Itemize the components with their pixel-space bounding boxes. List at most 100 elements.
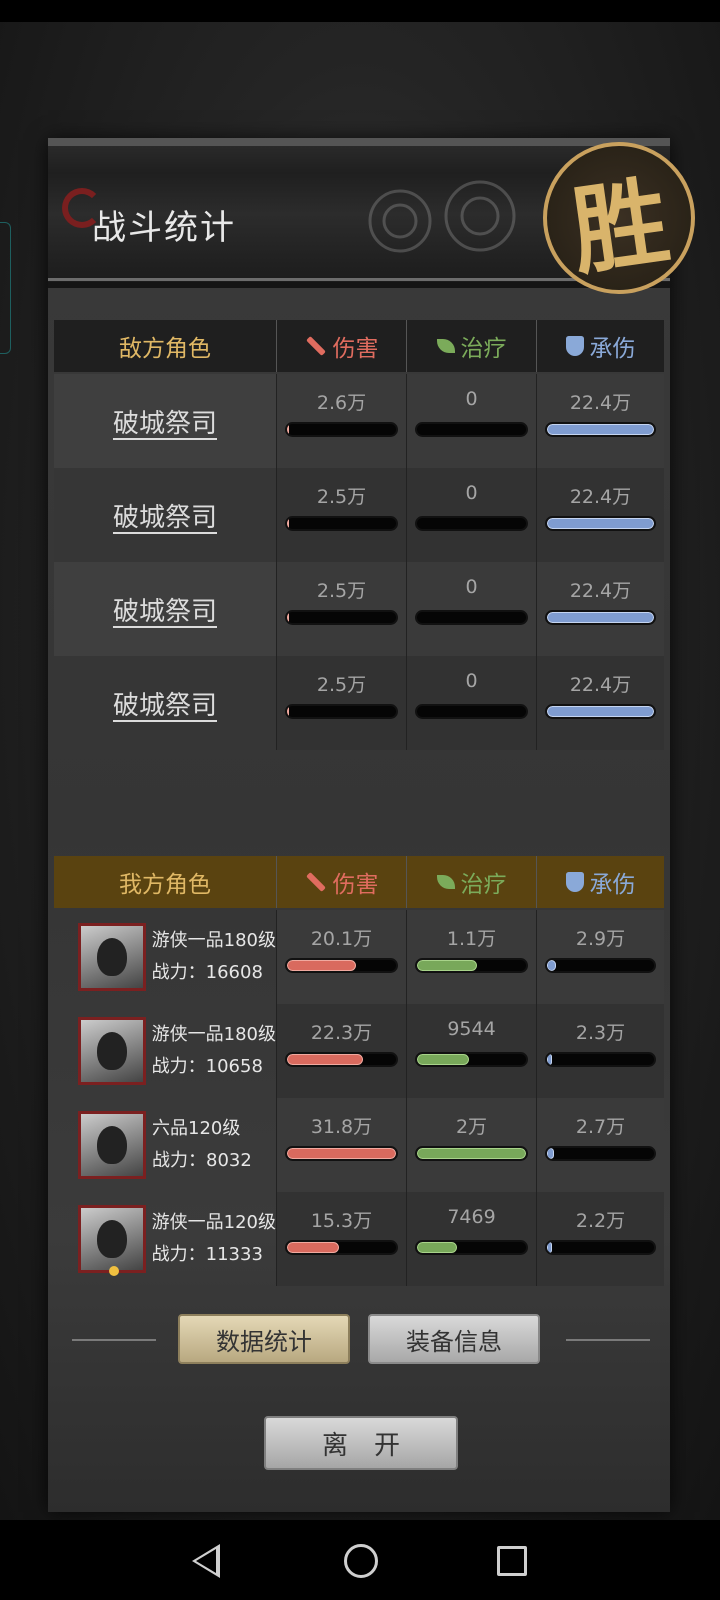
- tank-bar: [545, 610, 656, 625]
- recent-apps-icon[interactable]: [497, 1546, 527, 1576]
- heal-value: 1.1万: [446, 928, 497, 950]
- tank-bar: [545, 1146, 656, 1161]
- enemy-rows: 破城祭司 2.6万 0 22.4万 破城祭司 2.5万 0 22.4万 破城祭司…: [54, 374, 664, 750]
- tank-bar: [545, 516, 656, 531]
- hero-power: 战力：10658: [151, 1056, 263, 1077]
- enemy-role-header: 敌方角色: [119, 336, 211, 362]
- enemy-name-link[interactable]: 破城祭司: [113, 497, 217, 534]
- page-title: 战斗统计: [92, 208, 236, 248]
- heal-bar: [415, 516, 528, 531]
- shield-icon: [565, 336, 584, 356]
- damage-bar: [285, 1146, 398, 1161]
- table-row: 六品120级 战力：8032 31.8万 2万 2.7万: [54, 1098, 664, 1192]
- status-bar: [0, 0, 720, 22]
- shield-icon: [565, 872, 584, 892]
- hero-power: 战力：8032: [152, 1150, 252, 1171]
- tank-bar: [545, 704, 656, 719]
- damage-value: 20.1万: [310, 928, 373, 950]
- table-row: 游侠一品180级 战力：10658 22.3万 9544 2.3万: [54, 1004, 664, 1098]
- tank-bar: [545, 1052, 656, 1067]
- damage-bar: [285, 704, 398, 719]
- table-row: 破城祭司 2.5万 0 22.4万: [54, 468, 664, 562]
- hero-power: 战力：11333: [151, 1244, 263, 1265]
- tank-value: 22.4万: [569, 674, 632, 696]
- heal-value: 2万: [455, 1116, 488, 1138]
- hero-rank: 游侠一品120级: [151, 1212, 276, 1233]
- hero-rank: 游侠一品180级: [151, 930, 276, 951]
- heal-value: 0: [465, 388, 478, 410]
- damage-bar: [285, 422, 398, 437]
- gem-icon: [109, 1266, 119, 1276]
- damage-column-header: 伤害: [276, 320, 406, 372]
- hero-rank: 游侠一品180级: [151, 1024, 276, 1045]
- leaf-icon: [436, 875, 455, 889]
- heal-value: 0: [465, 670, 478, 692]
- table-row: 破城祭司 2.5万 0 22.4万: [54, 656, 664, 750]
- heal-value: 9544: [447, 1018, 496, 1040]
- damage-value: 2.5万: [316, 580, 367, 602]
- hero-avatar[interactable]: [78, 1111, 146, 1179]
- sword-icon: [305, 872, 326, 892]
- heal-bar: [415, 1052, 528, 1067]
- tank-column-header: 承伤: [536, 320, 664, 372]
- table-row: 破城祭司 2.5万 0 22.4万: [54, 562, 664, 656]
- divider: [72, 1339, 156, 1341]
- damage-value: 22.3万: [310, 1022, 373, 1044]
- damage-value: 15.3万: [310, 1210, 373, 1232]
- ally-role-header: 我方角色: [119, 872, 211, 898]
- bottom-tabs: 数据统计 装备信息: [0, 1312, 720, 1372]
- damage-value: 2.6万: [316, 392, 367, 414]
- tank-value: 2.2万: [575, 1210, 626, 1232]
- damage-bar: [285, 610, 398, 625]
- damage-value: 2.5万: [316, 486, 367, 508]
- victory-badge: 胜: [543, 142, 695, 294]
- damage-bar: [285, 1240, 398, 1255]
- leave-button[interactable]: 离开: [264, 1416, 458, 1470]
- ally-table-header: 我方角色 伤害 治疗 承伤: [54, 856, 664, 908]
- tank-value: 22.4万: [569, 392, 632, 414]
- tank-value: 2.7万: [575, 1116, 626, 1138]
- equipment-info-button[interactable]: 装备信息: [368, 1314, 540, 1364]
- home-icon[interactable]: [344, 1544, 378, 1578]
- enemy-name-link[interactable]: 破城祭司: [113, 685, 217, 722]
- table-row: 破城祭司 2.6万 0 22.4万: [54, 374, 664, 468]
- side-handle[interactable]: [0, 222, 11, 354]
- enemy-table-header: 敌方角色 伤害 治疗 承伤: [54, 320, 664, 372]
- heal-column-header: 治疗: [406, 856, 536, 908]
- hero-avatar[interactable]: [78, 923, 146, 991]
- table-row: 游侠一品180级 战力：16608 20.1万 1.1万 2.9万: [54, 910, 664, 1004]
- enemy-name-link[interactable]: 破城祭司: [113, 403, 217, 440]
- damage-value: 31.8万: [310, 1116, 373, 1138]
- divider: [566, 1339, 650, 1341]
- victory-label: 胜: [564, 163, 676, 289]
- enemy-name-link[interactable]: 破城祭司: [113, 591, 217, 628]
- heal-bar: [415, 958, 528, 973]
- hero-power: 战力：16608: [151, 962, 263, 983]
- damage-value: 2.5万: [316, 674, 367, 696]
- heal-value: 7469: [447, 1206, 496, 1228]
- heal-bar: [415, 1146, 528, 1161]
- heal-bar: [415, 704, 528, 719]
- heal-bar: [415, 1240, 528, 1255]
- heal-value: 0: [465, 576, 478, 598]
- damage-bar: [285, 1052, 398, 1067]
- damage-column-header: 伤害: [276, 856, 406, 908]
- heal-value: 0: [465, 482, 478, 504]
- tank-bar: [545, 958, 656, 973]
- table-row: 游侠一品120级 战力：11333 15.3万 7469 2.2万: [54, 1192, 664, 1286]
- data-stats-button[interactable]: 数据统计: [178, 1314, 350, 1364]
- tank-bar: [545, 422, 656, 437]
- damage-bar: [285, 516, 398, 531]
- leaf-icon: [436, 339, 455, 353]
- heal-bar: [415, 422, 528, 437]
- tank-value: 22.4万: [569, 486, 632, 508]
- cloud-ornament-icon: [368, 180, 516, 253]
- tank-column-header: 承伤: [536, 856, 664, 908]
- hero-avatar[interactable]: [78, 1017, 146, 1085]
- hero-avatar[interactable]: [78, 1205, 146, 1276]
- tank-value: 2.3万: [575, 1022, 626, 1044]
- back-icon[interactable]: [192, 1544, 220, 1578]
- sword-icon: [305, 336, 326, 356]
- heal-column-header: 治疗: [406, 320, 536, 372]
- damage-bar: [285, 958, 398, 973]
